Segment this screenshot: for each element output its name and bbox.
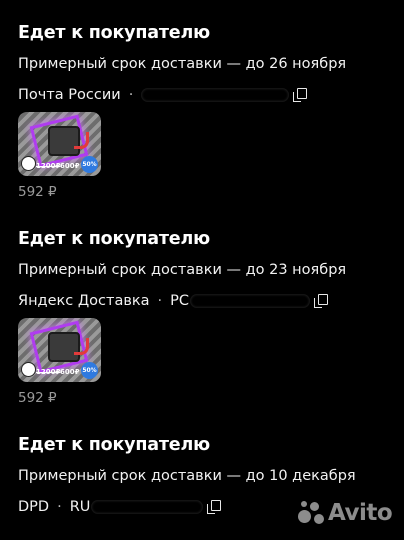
thumb-old-price: 1200₽ (36, 162, 61, 170)
tracking-prefix: РС (170, 293, 190, 309)
thumb-new-price: 600₽ (60, 368, 80, 376)
thumb-arrow (74, 132, 89, 149)
thumb-discount-badge: 50% (81, 156, 98, 173)
avito-logo-icon (298, 500, 324, 526)
separator: · (128, 87, 134, 103)
tracking-number-redacted (190, 294, 311, 308)
thumb-new-price: 600₽ (60, 162, 80, 170)
tracking-number-redacted (91, 500, 204, 514)
copy-icon[interactable] (293, 88, 308, 102)
order-status: Едет к покупателю (18, 23, 210, 43)
copy-icon[interactable] (207, 500, 222, 514)
carrier-name: DPD (18, 499, 50, 515)
separator: · (57, 499, 62, 515)
order-status: Едет к покупателю (18, 435, 210, 455)
watermark-text: Avito (328, 500, 393, 526)
tracking-prefix: RU (69, 499, 91, 515)
carrier-name: Почта России (18, 87, 121, 103)
delivery-eta: Примерный срок доставки — до 23 ноября (18, 262, 347, 278)
tracking-number-redacted (141, 88, 290, 102)
separator: · (157, 293, 163, 309)
carrier-row: Почта России · (18, 85, 404, 105)
thumb-arrow (74, 338, 89, 355)
shop-logo-icon (21, 362, 36, 377)
delivery-eta: Примерный срок доставки — до 10 декабря (18, 468, 356, 484)
copy-icon[interactable] (314, 294, 329, 308)
thumb-old-price: 1200₽ (36, 368, 61, 376)
order-card: Едет к покупателю Примерный срок доставк… (18, 22, 404, 105)
thumb-discount-badge: 50% (81, 362, 98, 379)
delivery-eta: Примерный срок доставки — до 26 ноября (18, 56, 347, 72)
order-card: Едет к покупателю Примерный срок доставк… (18, 228, 404, 311)
shop-logo-icon (21, 156, 36, 171)
order-price: 592 ₽ (18, 390, 57, 406)
order-price: 592 ₽ (18, 184, 57, 200)
avito-watermark: Avito (298, 500, 393, 526)
carrier-name: Яндекс Доставка (18, 293, 150, 309)
carrier-row: Яндекс Доставка · РС (18, 291, 404, 311)
product-thumbnail[interactable]: 1200₽ 600₽ 50% (18, 112, 101, 176)
order-status: Едет к покупателю (18, 229, 210, 249)
product-thumbnail[interactable]: 1200₽ 600₽ 50% (18, 318, 101, 382)
